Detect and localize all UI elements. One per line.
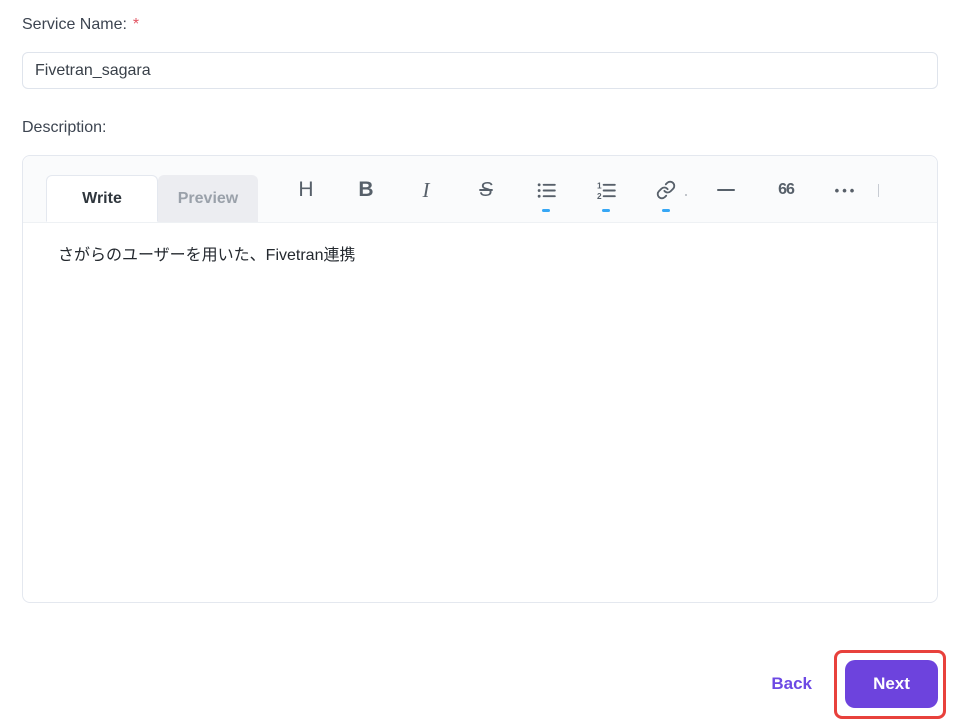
quote-icon: 66 (778, 181, 795, 198)
numbered-list-badge (602, 209, 610, 212)
bold-button[interactable]: B (354, 177, 378, 203)
next-button-wrapper: Next (834, 650, 946, 719)
strikethrough-icon: S (479, 178, 493, 201)
tab-preview[interactable]: Preview (158, 175, 258, 222)
horizontal-rule-button[interactable] (714, 177, 738, 203)
strikethrough-button[interactable]: S (474, 177, 498, 203)
svg-text:2: 2 (597, 190, 602, 199)
link-button[interactable] (654, 177, 687, 212)
editor-tabs: Write Preview (46, 175, 258, 222)
formatting-toolbar: H B I S 1 2 66 ••• (294, 176, 879, 212)
description-textarea[interactable]: さがらのユーザーを用いた、Fivetran連携 (23, 223, 937, 602)
tab-write[interactable]: Write (46, 175, 158, 222)
quote-button[interactable]: 66 (774, 177, 798, 203)
numbered-list-button[interactable]: 12 (594, 177, 618, 212)
description-label: Description: (22, 119, 107, 136)
svg-text:1: 1 (597, 181, 602, 190)
bullet-list-badge (542, 209, 550, 212)
footer-actions: Back Next (22, 650, 946, 719)
back-button[interactable]: Back (771, 674, 812, 694)
numbered-list-icon: 12 (597, 181, 616, 200)
service-name-label-text: Service Name: (22, 16, 127, 33)
required-asterisk: * (132, 16, 140, 33)
heading-button[interactable]: H (294, 177, 318, 203)
italic-button[interactable]: I (414, 177, 438, 203)
toolbar-divider (878, 183, 879, 197)
bullet-list-icon (537, 181, 556, 200)
bullet-list-button[interactable] (534, 177, 558, 212)
editor-toolbar-bar: Write Preview H B I S 1 2 66 ••• (23, 156, 937, 223)
next-button[interactable]: Next (845, 660, 938, 708)
link-badge (662, 209, 670, 212)
bold-icon: B (358, 178, 374, 201)
more-button[interactable]: ••• (834, 177, 858, 203)
service-name-input[interactable] (22, 52, 938, 89)
service-name-label: Service Name: * (22, 14, 938, 36)
link-icon (656, 180, 676, 200)
heading-icon: H (298, 178, 314, 201)
link-dot-mark (685, 194, 687, 196)
markdown-editor: Write Preview H B I S 1 2 66 ••• さがらのユーザ… (22, 155, 938, 603)
more-icon: ••• (834, 182, 858, 198)
horizontal-rule-icon (717, 189, 735, 191)
italic-icon: I (422, 177, 430, 202)
